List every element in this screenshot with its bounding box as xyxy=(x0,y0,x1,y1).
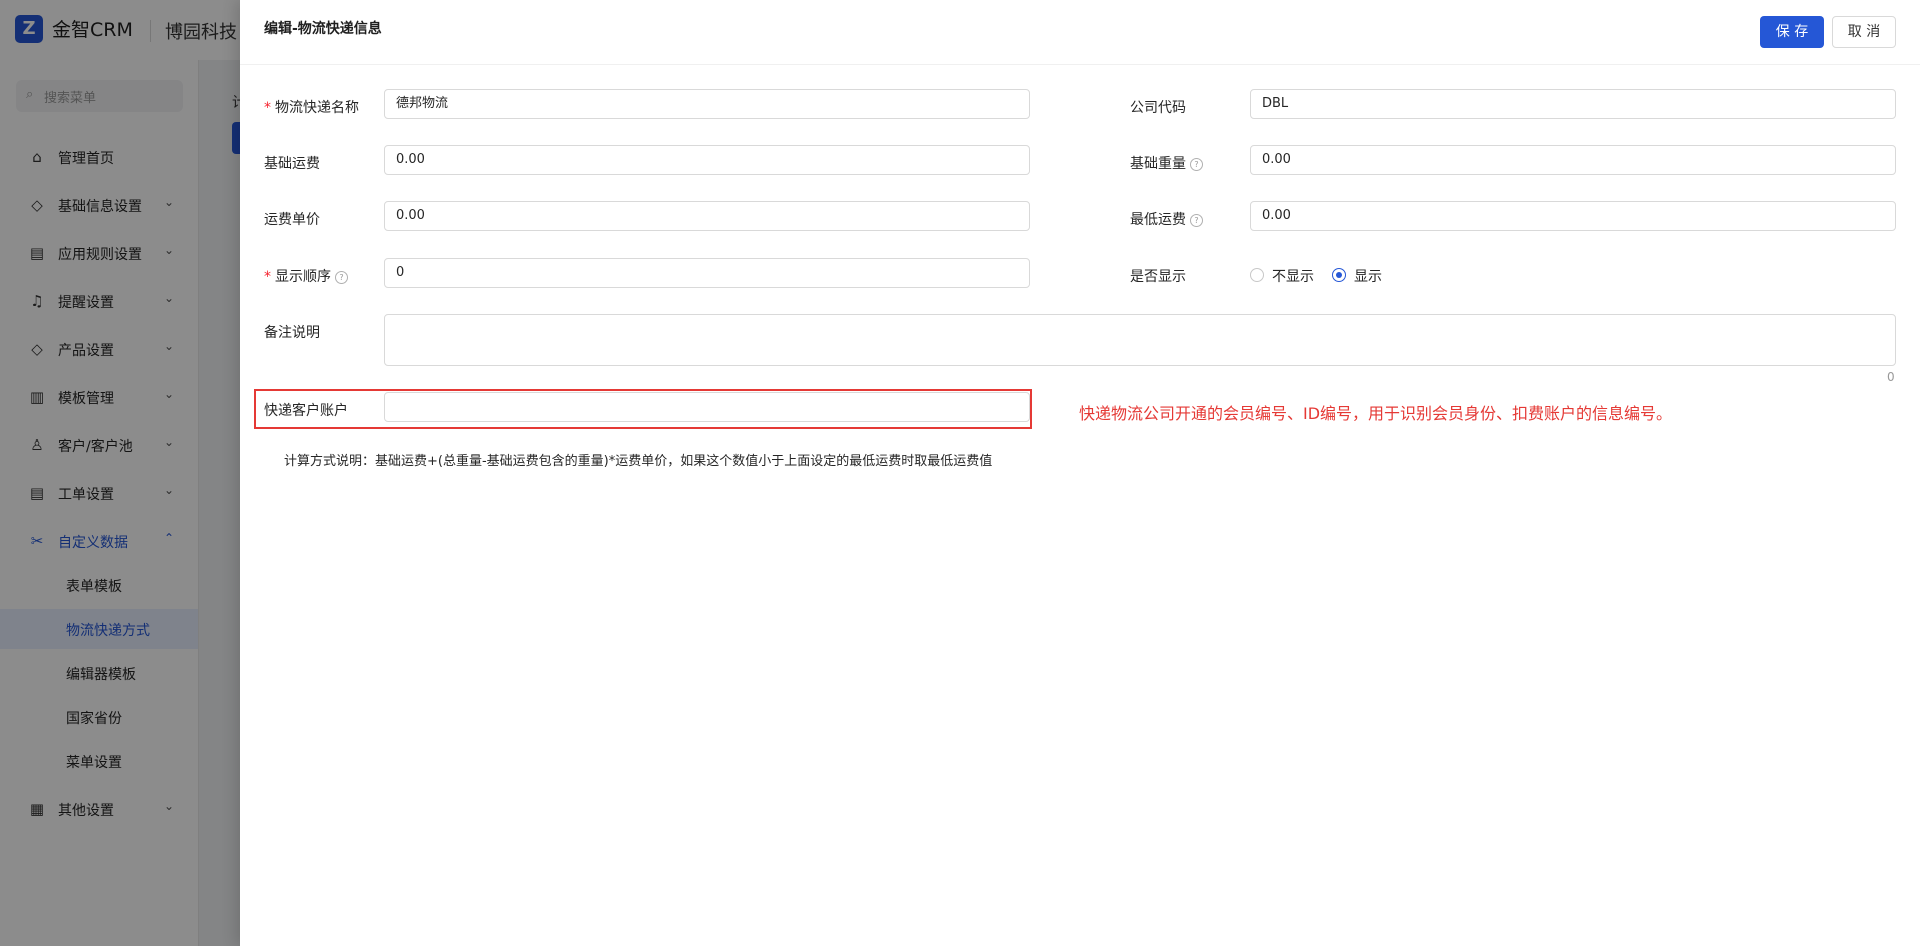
help-icon[interactable]: ? xyxy=(335,270,348,284)
save-button[interactable]: 保 存 xyxy=(1760,16,1824,48)
min-fee-label: 最低运费? xyxy=(1130,209,1203,229)
min-fee-input[interactable]: 0.00 xyxy=(1250,201,1896,231)
radio-hide[interactable]: 不显示 xyxy=(1250,265,1320,285)
display-order-input[interactable]: 0 xyxy=(384,258,1030,288)
company-code-label: 公司代码 xyxy=(1130,100,1186,116)
help-icon[interactable]: ? xyxy=(1190,157,1203,171)
unit-price-label: 运费单价 xyxy=(264,212,320,228)
drawer-header: 编辑-物流快递信息 保 存 取 消 xyxy=(240,0,1920,65)
name-input[interactable]: 德邦物流 xyxy=(384,89,1030,119)
radio-label: 显示 xyxy=(1354,269,1382,285)
account-label: 快递客户账户 xyxy=(264,403,348,419)
account-input[interactable] xyxy=(384,392,1030,422)
help-icon[interactable]: ? xyxy=(1190,213,1203,227)
base-weight-label: 基础重量? xyxy=(1130,153,1203,173)
visible-label: 是否显示 xyxy=(1130,269,1186,285)
char-counter: 0 xyxy=(1887,370,1895,384)
cancel-button[interactable]: 取 消 xyxy=(1832,16,1896,48)
name-label: * 物流快递名称 xyxy=(264,100,359,116)
radio-circle xyxy=(1332,268,1346,282)
remark-label: 备注说明 xyxy=(264,325,320,341)
radio-circle xyxy=(1250,268,1264,282)
edit-drawer: 编辑-物流快递信息 保 存 取 消 * 物流快递名称 德邦物流 公司代码 DBL … xyxy=(240,0,1920,946)
base-weight-input[interactable]: 0.00 xyxy=(1250,145,1896,175)
required-mark: * xyxy=(264,269,271,285)
display-order-label: * 显示顺序? xyxy=(264,266,348,286)
calc-note: 计算方式说明：基础运费+(总重量-基础运费包含的重量)*运费单价，如果这个数值小… xyxy=(284,454,993,469)
annotation-text: 快递物流公司开通的会员编号、ID编号，用于识别会员身份、扣费账户的信息编号。 xyxy=(1079,404,1673,423)
required-mark: * xyxy=(264,100,271,116)
drawer-title: 编辑-物流快递信息 xyxy=(264,21,382,37)
radio-label: 不显示 xyxy=(1272,269,1314,285)
company-code-input[interactable]: DBL xyxy=(1250,89,1896,119)
base-fee-input[interactable]: 0.00 xyxy=(384,145,1030,175)
radio-show[interactable]: 显示 xyxy=(1332,265,1392,285)
base-fee-label: 基础运费 xyxy=(264,156,320,172)
remark-textarea[interactable] xyxy=(384,314,1896,366)
unit-price-input[interactable]: 0.00 xyxy=(384,201,1030,231)
